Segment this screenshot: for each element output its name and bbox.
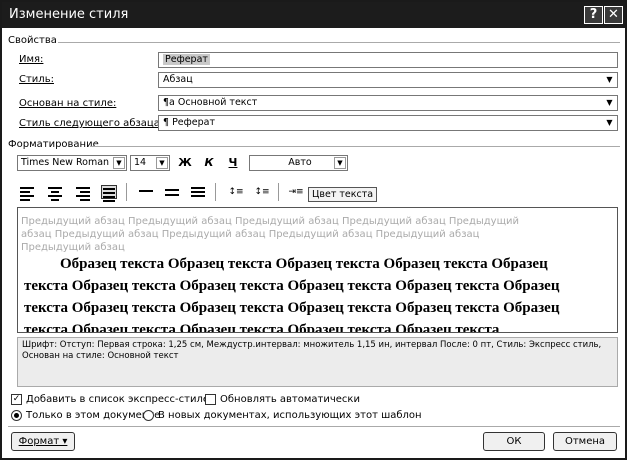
toolbar-separator	[215, 183, 216, 201]
new-documents-label: В новых документах, использующих этот ша…	[158, 410, 422, 421]
chevron-down-icon: ▼	[606, 75, 613, 84]
close-button[interactable]: ✕	[604, 6, 623, 24]
bold-button[interactable]: Ж	[176, 155, 194, 171]
properties-divider	[58, 42, 620, 43]
align-center-icon	[47, 187, 63, 201]
based-on-select[interactable]: ¶a Основной текст ▼	[158, 95, 618, 111]
indent-icon: ⇥≡	[288, 187, 304, 197]
checkmark-icon: ✓	[12, 394, 21, 404]
align-center-button[interactable]	[47, 185, 63, 201]
chevron-down-icon: ▼	[113, 157, 125, 169]
align-right-button[interactable]	[75, 185, 91, 201]
based-on-value: ¶a Основной текст	[163, 97, 258, 108]
single-spacing-button[interactable]	[138, 185, 154, 199]
space-after-button[interactable]: ↕≡	[254, 185, 270, 199]
style-type-label: Стиль:	[19, 74, 54, 85]
bottom-divider	[8, 426, 620, 427]
next-style-value: ¶ Реферат	[163, 117, 215, 128]
based-on-label: Основан на стиле:	[19, 98, 117, 109]
indent-button[interactable]: ⇥≡	[288, 185, 304, 199]
new-documents-radio[interactable]	[143, 410, 154, 421]
sample-text: Образец текста Образец текста Образец те…	[24, 256, 560, 333]
font-size-select[interactable]: 14 ▼	[130, 155, 170, 171]
font-size-value: 14	[134, 157, 147, 168]
font-color-tooltip: Цвет текста	[308, 187, 378, 202]
ok-button[interactable]: ОК	[483, 432, 545, 451]
font-color-value: Авто	[288, 157, 312, 168]
chevron-down-icon: ▼	[606, 118, 613, 127]
add-to-quick-styles-checkbox[interactable]: ✓	[11, 394, 22, 405]
name-input[interactable]: Реферат	[158, 52, 618, 68]
chevron-down-icon: ▼	[606, 98, 613, 107]
cancel-button[interactable]: Отмена	[553, 432, 617, 451]
toolbar-separator	[278, 183, 279, 201]
help-button[interactable]: ?	[584, 6, 603, 24]
underline-button[interactable]: Ч	[224, 155, 242, 171]
next-style-label: Стиль следующего абзаца:	[19, 118, 164, 129]
italic-button[interactable]: К	[200, 155, 218, 171]
formatting-divider	[90, 146, 620, 147]
align-justify-button[interactable]	[101, 185, 117, 202]
formatting-group-label: Форматирование	[8, 139, 99, 150]
chevron-down-icon: ▼	[334, 157, 346, 169]
dialog-title: Изменение стиля	[9, 7, 129, 22]
name-label: Имя:	[19, 54, 44, 65]
style-type-select[interactable]: Абзац ▼	[158, 72, 618, 88]
one-half-spacing-icon	[164, 189, 180, 196]
chevron-down-icon: ▼	[156, 157, 168, 169]
space-after-icon: ↕≡	[254, 187, 270, 197]
auto-update-label: Обновлять автоматически	[220, 394, 360, 405]
align-left-icon	[19, 187, 35, 201]
modify-style-dialog: Изменение стиля ? ✕ Свойства Имя: Рефера…	[0, 0, 627, 460]
single-spacing-icon	[138, 190, 154, 192]
add-to-quick-styles-label: Добавить в список экспресс-стилей	[26, 394, 216, 405]
format-menu-button[interactable]: Формат ▾	[11, 432, 75, 451]
name-value: Реферат	[163, 54, 210, 65]
space-before-button[interactable]: ↕≡	[228, 185, 244, 199]
next-style-select[interactable]: ¶ Реферат ▼	[158, 115, 618, 131]
title-bar: Изменение стиля ? ✕	[2, 2, 625, 28]
double-spacing-button[interactable]	[190, 185, 206, 199]
only-this-document-radio[interactable]	[11, 410, 22, 421]
font-value: Times New Roman	[21, 157, 110, 168]
properties-group-label: Свойства	[8, 35, 57, 46]
style-preview: Предыдущий абзац Предыдущий абзац Предыд…	[17, 207, 618, 333]
toolbar-separator	[126, 183, 127, 201]
previous-paragraph-text: Предыдущий абзац Предыдущий абзац Предыд…	[21, 216, 520, 253]
double-spacing-icon	[190, 187, 206, 197]
one-half-spacing-button[interactable]	[164, 185, 180, 199]
font-color-select[interactable]: Авто ▼	[249, 155, 348, 171]
font-select[interactable]: Times New Roman ▼	[17, 155, 127, 171]
align-justify-icon	[102, 188, 116, 202]
style-type-value: Абзац	[163, 74, 193, 85]
style-description: Шрифт: Отступ: Первая строка: 1,25 см, М…	[17, 337, 618, 387]
space-before-icon: ↕≡	[228, 187, 244, 197]
only-this-document-label: Только в этом документе	[26, 410, 161, 421]
align-right-icon	[75, 187, 91, 201]
align-left-button[interactable]	[19, 185, 35, 201]
auto-update-checkbox[interactable]	[205, 394, 216, 405]
